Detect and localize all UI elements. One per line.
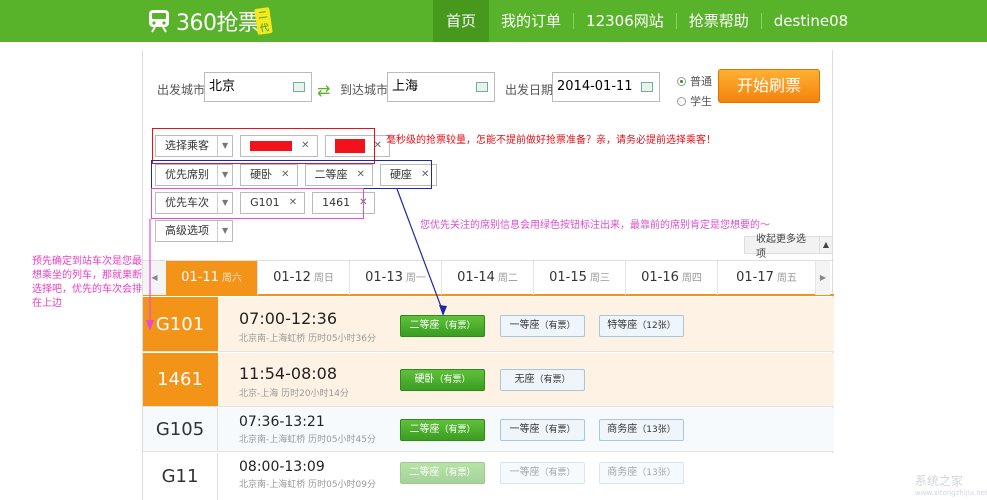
train-code: G11 [143, 453, 218, 500]
search-row: 出发城市 北京 ⇄ 到达城市 上海 出发日期 2014-01-11 普通 学生 … [143, 50, 834, 120]
watermark-text: 系统之家 [915, 474, 964, 488]
ticket-type-label: 普通 [690, 75, 712, 88]
train-code: G105 [143, 408, 218, 451]
from-city-input[interactable]: 北京 [204, 72, 312, 102]
watermark: 系统之家 www.xitongzhijia.net [915, 472, 987, 497]
ticket-type-student[interactable]: 学生 [677, 93, 712, 109]
nav-home[interactable]: 首页 [433, 0, 490, 42]
train-time: 11:54-08:08 [239, 364, 337, 383]
passenger-hint: 毫秒级的抢票较量，怎能不提前做好抢票准备？亲，请务必提前选择乘客！ [386, 135, 716, 146]
seat-button[interactable]: 二等座（有票） [400, 419, 485, 441]
brand-name: 360抢票 [176, 11, 260, 36]
passenger-highlight-box [152, 128, 375, 164]
seat-button[interactable]: 无座（有票） [500, 369, 585, 391]
to-city-input[interactable]: 上海 [387, 72, 495, 102]
prev-date-icon[interactable]: ◀ [143, 261, 166, 295]
start-refresh-button[interactable]: 开始刷票 [718, 69, 820, 103]
date-input[interactable]: 2014-01-11 [552, 72, 660, 102]
version-badge: 二代 [254, 7, 273, 35]
ticket-type-label: 学生 [690, 95, 712, 108]
nav-username[interactable]: destine08 [762, 0, 860, 42]
nav-help[interactable]: 抢票帮助 [677, 0, 761, 42]
swap-cities-icon[interactable]: ⇄ [317, 81, 330, 100]
train-row[interactable]: G105 07:36-13:21 北京南-上海虹桥 历时05小时45分 二等座（… [143, 408, 834, 452]
radio-checked-icon [677, 76, 686, 86]
seat-button[interactable]: 二等座（有票） [400, 462, 485, 484]
from-label: 出发城市 [157, 83, 206, 97]
city-picker-icon[interactable] [293, 82, 305, 92]
dropdown-arrow-icon: ▼ [217, 221, 228, 241]
advanced-row: 高级选项 ▼ [155, 220, 234, 242]
date-tab[interactable]: 01-12 周日 [258, 261, 350, 295]
next-date-icon[interactable]: ▶ [816, 261, 830, 295]
watermark-url: www.xitongzhijia.net [915, 489, 987, 497]
train-time: 07:00-12:36 [239, 309, 337, 328]
train-code: 1461 [143, 353, 218, 406]
train-hint: 预先确定到站车次是您最想乘坐的列车，那就果断选择吧，优先的车次会排在上边 [32, 256, 142, 309]
main-panel: 出发城市 北京 ⇄ 到达城市 上海 出发日期 2014-01-11 普通 学生 … [142, 50, 834, 500]
dropdown-label: 高级选项 [165, 224, 209, 237]
train-row[interactable]: 1461 11:54-08:08 北京-上海 历时20小时14分 硬卧（有票） … [143, 353, 834, 407]
seat-button[interactable]: 二等座（有票） [400, 315, 485, 337]
train-row[interactable]: G101 07:00-12:36 北京南-上海虹桥 历时05小时36分 二等座（… [143, 297, 834, 352]
date-label: 出发日期 [505, 83, 554, 97]
main-nav: 首页 我的订单 12306网站 抢票帮助 destine08 [433, 0, 860, 42]
date-tab[interactable]: 01-15 周三 [534, 261, 626, 295]
seat-hint: 您优先关注的席别信息会用绿色按钮标注出来，最靠前的席别肯定是您想要的～ [420, 220, 770, 231]
train-time: 08:00-13:09 [239, 459, 325, 475]
train-route: 北京-上海 历时20小时14分 [239, 389, 350, 399]
seat-button[interactable]: 一等座（有票） [500, 419, 585, 441]
date-tab[interactable]: 01-13 周一 [350, 261, 442, 295]
date-tab[interactable]: 01-16 周四 [626, 261, 718, 295]
seat-button[interactable]: 特等座（12张） [599, 315, 684, 337]
date-tab-selected[interactable]: 01-11 周六 [166, 261, 258, 295]
collapse-label: 收起更多选项 [756, 234, 806, 260]
date-tab[interactable]: 01-17 周五 [718, 261, 816, 295]
to-city-value: 上海 [392, 79, 419, 94]
train-highlight-box [151, 188, 364, 219]
train-route: 北京南-上海虹桥 历时05小时45分 [239, 435, 377, 445]
ticket-type-normal[interactable]: 普通 [677, 73, 712, 89]
seat-button[interactable]: 一等座（有票） [500, 315, 585, 337]
train-code: G101 [143, 297, 218, 351]
date-tabs: ◀ 01-11 周六 01-12 周日 01-13 周一 01-14 周二 01-15 周… [143, 260, 834, 296]
date-value: 2014-01-11 [557, 79, 633, 94]
seat-button[interactable]: 商务座（13张） [599, 462, 684, 484]
seat-button[interactable]: 硬卧（有票） [400, 369, 485, 391]
nav-orders[interactable]: 我的订单 [489, 0, 573, 42]
seat-button[interactable]: 商务座（13张） [599, 419, 684, 441]
nav-12306[interactable]: 12306网站 [574, 0, 676, 42]
seat-button[interactable]: 一等座（有票） [500, 462, 585, 484]
logo[interactable]: 360抢票 二代 [148, 6, 273, 36]
train-route: 北京南-上海虹桥 历时05小时36分 [239, 334, 377, 344]
seat-highlight-box [151, 160, 432, 189]
city-picker-icon[interactable] [476, 82, 488, 92]
train-route: 北京南-上海虹桥 历时05小时09分 [239, 480, 377, 490]
from-city-value: 北京 [209, 79, 236, 94]
radio-unchecked-icon [677, 96, 686, 106]
date-tab[interactable]: 01-14 周二 [442, 261, 534, 295]
calendar-icon[interactable] [641, 82, 653, 92]
train-row[interactable]: G11 08:00-13:09 北京南-上海虹桥 历时05小时09分 二等座（有… [143, 453, 834, 500]
advanced-options-dropdown[interactable]: 高级选项 ▼ [155, 220, 234, 242]
collapse-options-button[interactable]: 收起更多选项 ▲ [744, 234, 833, 260]
train-icon [148, 9, 170, 33]
chevron-up-icon: ▲ [818, 237, 832, 253]
train-time: 07:36-13:21 [239, 414, 325, 430]
top-bar: 360抢票 二代 首页 我的订单 12306网站 抢票帮助 destine08 [0, 0, 987, 42]
to-label: 到达城市 [340, 83, 389, 97]
